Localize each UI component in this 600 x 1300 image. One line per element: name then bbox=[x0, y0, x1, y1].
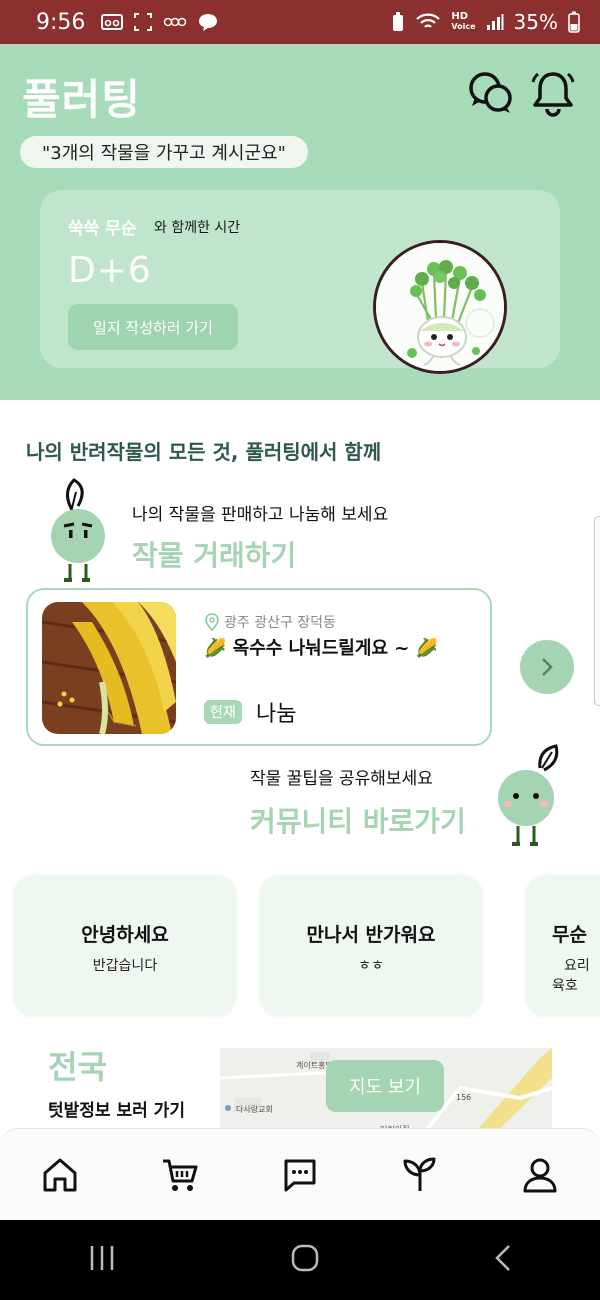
trade-description: 나의 작물을 판매하고 나눔해 보세요 bbox=[132, 505, 389, 525]
trade-title[interactable]: 작물 거래하기 bbox=[132, 534, 296, 574]
battery-percent: 35% bbox=[513, 10, 558, 34]
post-card[interactable]: 만나서 반가워요 ㅎㅎ bbox=[260, 876, 482, 1016]
chat-bubbles-icon bbox=[469, 72, 512, 113]
corn-photo bbox=[42, 602, 176, 734]
bottom-navigation bbox=[0, 1128, 600, 1220]
home-icon bbox=[43, 1158, 77, 1191]
app-title: 풀러팅 bbox=[22, 75, 141, 124]
screenshot-icon bbox=[134, 13, 153, 31]
community-description: 작물 꿀팁을 공유해보세요 bbox=[250, 769, 433, 789]
battery-icon bbox=[568, 11, 580, 33]
map-label: 다사랑교회 bbox=[236, 1104, 273, 1114]
post-card[interactable]: 안녕하세요 반갑습니다 bbox=[14, 876, 236, 1016]
nav-my-plants[interactable] bbox=[390, 1145, 450, 1205]
signal-icon bbox=[486, 14, 504, 30]
message-bubble-icon bbox=[199, 14, 218, 31]
trade-item-card[interactable]: 광주 광산구 장덕동 🌽 옥수수 나눠드릴게요 ~ 🌽 현재 나눔 bbox=[26, 588, 492, 746]
back-button[interactable] bbox=[493, 1243, 513, 1277]
notification-icons bbox=[101, 12, 219, 32]
nav-home[interactable] bbox=[30, 1145, 90, 1205]
mascot-character-2 bbox=[498, 744, 559, 846]
intro-heading: 나의 반려작물의 모든 것, 풀러팅에서 함께 bbox=[26, 440, 382, 464]
location-pin-icon bbox=[205, 613, 219, 631]
recents-button[interactable] bbox=[87, 1244, 117, 1276]
clock: 9:56 bbox=[36, 9, 86, 35]
post-title: 무순 bbox=[552, 924, 587, 946]
trade-location: 광주 광산구 장덕동 bbox=[204, 612, 336, 632]
trade-location-text: 광주 광산구 장덕동 bbox=[224, 615, 336, 631]
edge-panel-handle[interactable] bbox=[594, 516, 600, 706]
post-card[interactable]: 무순 요리 육호 bbox=[526, 876, 600, 1016]
mascot-character bbox=[51, 478, 105, 582]
post-body-line: 요리 bbox=[564, 958, 590, 974]
community-title[interactable]: 커뮤니티 바로가기 bbox=[250, 800, 466, 840]
community-posts-row: 안녕하세요 반갑습니다 만나서 반가워요 ㅎㅎ 무순 요리 육호 bbox=[0, 868, 600, 1018]
chat-icon bbox=[284, 1159, 316, 1191]
hd-label: HD bbox=[451, 11, 469, 22]
post-body: 반갑습니다 bbox=[92, 958, 158, 974]
trade-status-badge: 현재 bbox=[204, 700, 242, 724]
nav-community[interactable] bbox=[270, 1145, 330, 1205]
garden-info-link[interactable]: 텃밭정보 보러 가기 bbox=[48, 1096, 185, 1121]
back-chevron-icon bbox=[495, 1245, 511, 1271]
view-map-button[interactable]: 지도 보기 bbox=[326, 1060, 444, 1112]
chevron-right-icon bbox=[542, 658, 553, 676]
plant-avatar[interactable] bbox=[373, 240, 507, 374]
app-icon bbox=[164, 17, 187, 27]
trade-item-image bbox=[42, 602, 176, 734]
map-label: 156 bbox=[456, 1093, 471, 1102]
wifi-icon bbox=[416, 13, 441, 28]
crop-count-pill: "3개의 작물을 가꾸고 계시군요" bbox=[20, 136, 308, 168]
map-section: 전국 텃밭정보 보러 가기 다사랑교회 계이트홍당 어린이집 156 지도 보기 bbox=[0, 1036, 600, 1138]
notification-button[interactable] bbox=[528, 68, 578, 118]
post-title: 안녕하세요 bbox=[81, 924, 169, 946]
post-body: 요리 육호 bbox=[526, 956, 600, 996]
trade-item-title: 🌽 옥수수 나눠드릴게요 ~ 🌽 bbox=[204, 638, 439, 659]
status-bar: 9:56 HD Voice 35% bbox=[0, 0, 600, 44]
nav-profile[interactable] bbox=[510, 1145, 570, 1205]
hd-voice-label: HD Voice bbox=[451, 12, 475, 32]
home-circle-icon bbox=[291, 1244, 319, 1272]
region-title: 전국 bbox=[48, 1048, 107, 1086]
post-title: 만나서 반가워요 bbox=[306, 924, 436, 946]
plant-icon bbox=[403, 1157, 436, 1191]
hero-section: 풀러팅 "3개의 작물을 가꾸고 계시군요" 쑥쑥 무순 와 함께한 시간 D+… bbox=[0, 44, 600, 400]
trade-status-text: 나눔 bbox=[256, 702, 297, 727]
nav-market[interactable] bbox=[150, 1145, 210, 1205]
system-navigation-bar bbox=[0, 1220, 600, 1300]
recents-icon bbox=[90, 1246, 113, 1270]
battery-saver-icon bbox=[393, 12, 404, 31]
home-system-button[interactable] bbox=[290, 1243, 320, 1277]
dday-counter: D+6 bbox=[68, 250, 152, 291]
next-trade-button[interactable] bbox=[520, 640, 574, 694]
plant-with-text: 와 함께한 시간 bbox=[154, 220, 241, 236]
system-indicators: HD Voice 35% bbox=[391, 10, 580, 34]
plant-card: 쑥쑥 무순 와 함께한 시간 D+6 일지 작성하러 가기 bbox=[40, 190, 560, 374]
post-body-line: 육호 bbox=[552, 978, 578, 994]
cart-icon bbox=[163, 1159, 198, 1191]
post-body: ㅎㅎ bbox=[358, 958, 384, 974]
profile-icon bbox=[523, 1158, 557, 1192]
chat-button[interactable] bbox=[466, 68, 516, 118]
voicemail-icon bbox=[101, 14, 124, 30]
write-diary-button[interactable]: 일지 작성하러 가기 bbox=[68, 304, 238, 350]
voice-label: Voice bbox=[451, 22, 476, 31]
bell-icon bbox=[531, 72, 575, 117]
radish-sprout-illustration bbox=[376, 243, 504, 371]
plant-name: 쑥쑥 무순 bbox=[68, 219, 137, 239]
